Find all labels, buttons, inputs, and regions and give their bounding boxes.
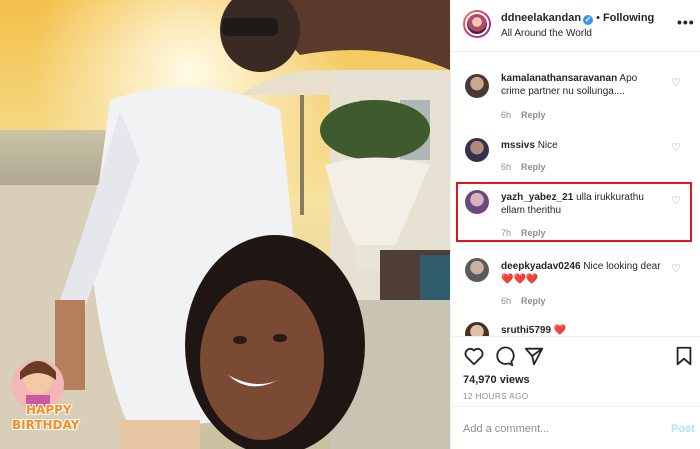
comment-text: mssivs Nice xyxy=(501,139,661,152)
commenter-avatar[interactable] xyxy=(465,258,489,282)
commenter-avatar[interactable] xyxy=(465,74,489,98)
commenter-avatar[interactable] xyxy=(465,322,489,336)
author-avatar[interactable] xyxy=(463,10,491,38)
highlight-box xyxy=(456,182,692,242)
comment-input[interactable]: Add a comment... xyxy=(463,423,549,435)
commenter-avatar[interactable] xyxy=(465,138,489,162)
post-timestamp[interactable]: 12 HOURS AGO xyxy=(463,392,529,401)
commenter-username[interactable]: deepkyadav0246 xyxy=(501,261,581,272)
separator-dot: • xyxy=(596,12,600,24)
sticker-line-2: BIRTHDAY xyxy=(12,418,80,432)
view-count[interactable]: 74,970 views xyxy=(463,374,530,386)
comment-age: 6h xyxy=(501,296,512,306)
comment-body: ❤️ xyxy=(553,325,567,336)
following-button[interactable]: Following xyxy=(603,12,654,24)
birthday-sticker: HAPPY BIRTHDAY xyxy=(10,352,90,438)
commenter-username[interactable]: mssivs xyxy=(501,140,535,151)
comment-text: deepkyadav0246 Nice looking dear❤️❤️❤️ xyxy=(501,260,661,286)
comment-age: 6h xyxy=(501,110,512,120)
like-heart-icon[interactable] xyxy=(463,345,485,367)
author-line: ddneelakandan ✓ • Following xyxy=(501,12,654,25)
share-paper-plane-icon[interactable] xyxy=(523,345,545,367)
commenter-username[interactable]: sruthi5799 xyxy=(501,325,551,336)
comment-meta: 6h Reply xyxy=(501,162,546,172)
comment-meta: 6h Reply xyxy=(501,110,546,120)
like-comment-heart-icon[interactable]: ♡ xyxy=(671,264,681,275)
more-options-icon[interactable]: ••• xyxy=(677,14,695,30)
post-location[interactable]: All Around the World xyxy=(501,28,592,39)
post-comment-button[interactable]: Post xyxy=(671,423,695,435)
post-photo[interactable]: HAPPY BIRTHDAY xyxy=(0,0,450,449)
comment-body: Nice xyxy=(537,140,558,151)
reply-button[interactable]: Reply xyxy=(521,162,546,172)
comment-bubble-icon[interactable] xyxy=(493,345,515,367)
verified-icon: ✓ xyxy=(583,15,594,25)
save-bookmark-icon[interactable] xyxy=(673,345,695,367)
comment-composer: Add a comment... Post xyxy=(451,406,700,449)
comment-text: sruthi5799 ❤️ xyxy=(501,324,661,336)
post-header: ddneelakandan ✓ • Following All Around the … xyxy=(451,0,700,52)
like-comment-heart-icon[interactable]: ♡ xyxy=(671,78,681,89)
comment-text: kamalanathansaravanan Apo crime partner … xyxy=(501,72,661,98)
like-comment-heart-icon[interactable]: ♡ xyxy=(671,143,681,154)
comment-age: 6h xyxy=(501,162,512,172)
post-actions: 74,970 views 12 HOURS AGO xyxy=(451,336,700,406)
sticker-line-1: HAPPY xyxy=(26,403,72,417)
commenter-username[interactable]: kamalanathansaravanan xyxy=(501,73,617,84)
author-username[interactable]: ddneelakandan xyxy=(501,12,581,24)
comment-meta: 6h Reply xyxy=(501,296,546,306)
reply-button[interactable]: Reply xyxy=(521,110,546,120)
reply-button[interactable]: Reply xyxy=(521,296,546,306)
